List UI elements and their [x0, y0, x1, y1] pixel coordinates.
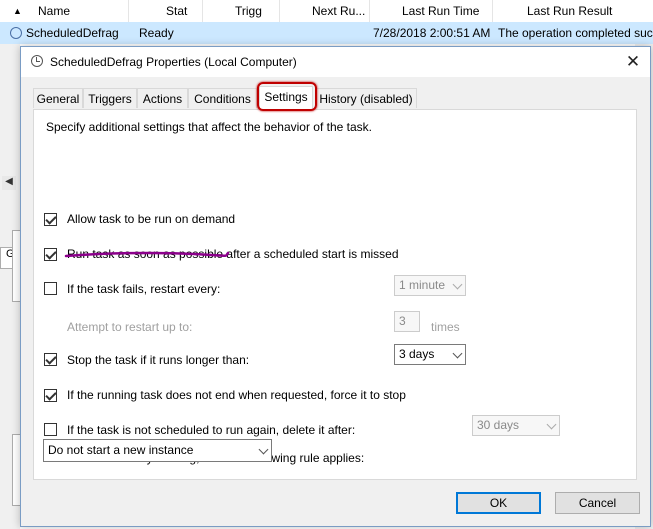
tab-actions[interactable]: Actions: [137, 88, 188, 108]
task-row[interactable]: ScheduledDefrag Ready 7/28/2018 2:00:51 …: [0, 22, 653, 44]
column-header-last-run-time[interactable]: Last Run Time: [402, 4, 479, 18]
restart-interval-select[interactable]: 1 minute: [394, 275, 466, 296]
tab-history[interactable]: History (disabled): [315, 88, 417, 108]
chevron-down-icon: [452, 279, 463, 290]
column-header-status[interactable]: Stat: [166, 4, 187, 18]
tab-triggers[interactable]: Triggers: [83, 88, 137, 108]
force-stop-checkbox[interactable]: [44, 389, 57, 402]
column-header-next-run[interactable]: Next Ru...: [312, 4, 365, 18]
settings-description: Specify additional settings that affect …: [46, 120, 372, 134]
sort-up-icon[interactable]: ▲: [13, 6, 22, 16]
restart-on-fail-checkbox[interactable]: [44, 282, 57, 295]
column-header-last-run-result[interactable]: Last Run Result: [527, 4, 612, 18]
dialog-title: ScheduledDefrag Properties (Local Comput…: [50, 55, 297, 69]
task-status: Ready: [139, 26, 174, 40]
stop-if-longer-label: Stop the task if it runs longer than:: [67, 353, 250, 367]
chevron-down-icon: [452, 348, 463, 359]
tab-general[interactable]: General: [33, 88, 83, 108]
scroll-left-icon[interactable]: ◀: [2, 176, 16, 190]
delete-if-not-scheduled-label: If the task is not scheduled to run agai…: [67, 423, 356, 437]
running-rule-value: Do not start a new instance: [48, 443, 194, 457]
stop-duration-select[interactable]: 3 days: [394, 344, 466, 365]
restart-attempts-input[interactable]: 3: [394, 311, 420, 332]
clock-icon: [10, 27, 22, 39]
restart-attempts-label: Attempt to restart up to:: [67, 320, 193, 334]
delete-after-select[interactable]: 30 days: [472, 415, 560, 436]
force-stop-label: If the running task does not end when re…: [67, 388, 406, 402]
column-header-triggers[interactable]: Trigg: [235, 4, 262, 18]
cancel-button[interactable]: Cancel: [555, 492, 640, 514]
restart-attempts-unit: times: [431, 320, 460, 334]
ok-button[interactable]: OK: [456, 492, 541, 514]
column-header-name[interactable]: Name: [38, 4, 70, 18]
background-left-pane: ◀ G: [0, 44, 22, 529]
task-clock-icon: [31, 55, 43, 67]
run-asap-checkbox[interactable]: [44, 248, 57, 261]
task-list-header: ▲ Name Stat Trigg Next Ru... Last Run Ti…: [0, 0, 653, 23]
properties-dialog: ScheduledDefrag Properties (Local Comput…: [20, 46, 651, 527]
chevron-down-icon: [258, 444, 269, 455]
restart-interval-value: 1 minute: [399, 278, 446, 292]
tab-settings[interactable]: Settings: [259, 86, 313, 109]
allow-on-demand-label: Allow task to be run on demand: [67, 212, 236, 226]
task-last-run-time: 7/28/2018 2:00:51 AM: [373, 26, 491, 40]
task-name: ScheduledDefrag: [26, 26, 119, 40]
task-last-run-result: The operation completed suc: [498, 26, 653, 40]
running-rule-select[interactable]: Do not start a new instance: [43, 439, 272, 462]
stop-duration-value: 3 days: [399, 347, 435, 361]
allow-on-demand-checkbox[interactable]: [44, 213, 57, 226]
close-icon[interactable]: ✕: [616, 47, 650, 77]
chevron-down-icon: [546, 419, 557, 430]
restart-on-fail-label: If the task fails, restart every:: [67, 282, 221, 296]
tab-conditions[interactable]: Conditions: [188, 88, 257, 108]
dialog-titlebar[interactable]: ScheduledDefrag Properties (Local Comput…: [21, 47, 650, 77]
annotation-underline: [64, 251, 230, 258]
stop-if-longer-checkbox[interactable]: [44, 353, 57, 366]
delete-if-not-scheduled-checkbox[interactable]: [44, 423, 57, 436]
delete-after-value: 30 days: [477, 418, 520, 432]
settings-panel: Specify additional settings that affect …: [33, 109, 637, 480]
